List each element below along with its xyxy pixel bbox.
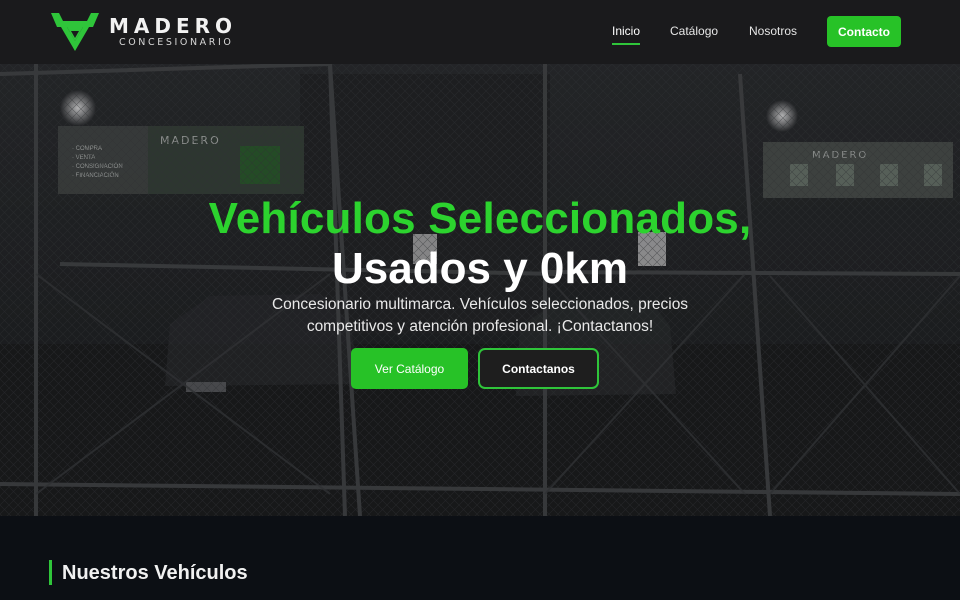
contactanos-button[interactable]: Contactanos	[478, 348, 599, 389]
main-nav: Inicio Catálogo Nosotros Contacto	[0, 0, 960, 64]
nav-item-inicio[interactable]: Inicio	[612, 24, 641, 45]
vehicles-section: Nuestros Vehículos	[0, 516, 960, 600]
ver-catalogo-button[interactable]: Ver Catálogo	[351, 348, 468, 389]
hero-title: Vehículos Seleccionados, Usados y 0km	[0, 194, 960, 294]
section-accent-bar	[49, 560, 52, 585]
hero-section: MADERO · COMPRA · VENTA · CONSIGNACIÓN ·…	[0, 64, 960, 516]
page: MADERO CONCESIONARIO Inicio Catálogo Nos…	[0, 0, 960, 600]
nav-item-nosotros[interactable]: Nosotros	[749, 24, 797, 38]
hero-title-line-1: Vehículos Seleccionados,	[208, 194, 752, 243]
section-title: Nuestros Vehículos	[62, 562, 248, 584]
hero-subtitle: Concesionario multimarca. Vehículos sele…	[271, 296, 689, 335]
navbar: MADERO CONCESIONARIO Inicio Catálogo Nos…	[0, 0, 960, 64]
hero-title-line-2: Usados y 0km	[332, 244, 628, 293]
contacto-button[interactable]: Contacto	[827, 16, 901, 47]
nav-item-catalogo[interactable]: Catálogo	[670, 24, 718, 38]
